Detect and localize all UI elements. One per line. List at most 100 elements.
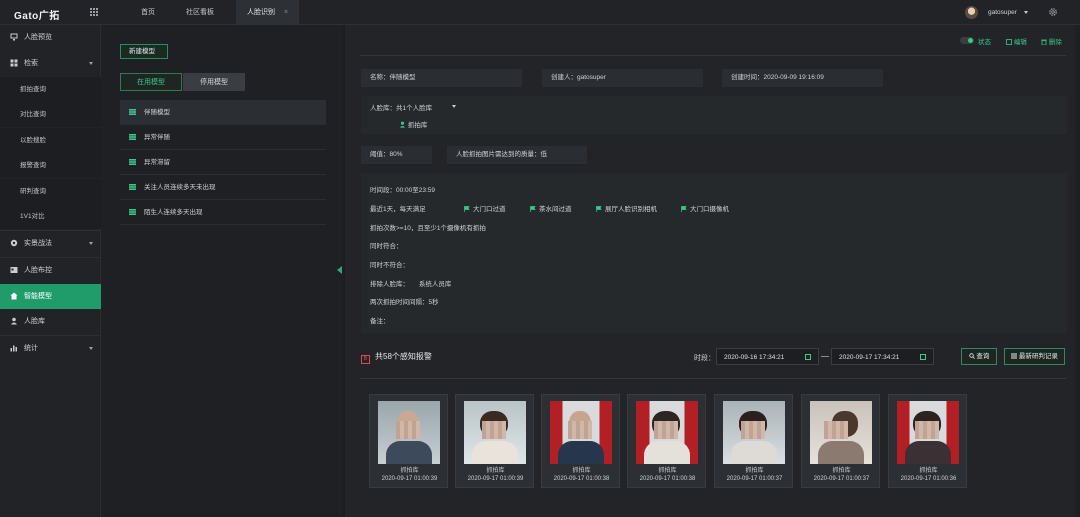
- snapshot-image: [378, 401, 440, 464]
- tab-home[interactable]: 首页: [128, 0, 168, 25]
- sidebar-subitem-1v1-compare[interactable]: 1V1对比: [0, 204, 101, 229]
- delete-button[interactable]: 删除: [1041, 36, 1062, 46]
- sidebar-subitem-analysis-query[interactable]: 研判查询: [0, 179, 101, 204]
- button-label: 最新研判记录: [1018, 353, 1058, 360]
- card-library: 抓拍库: [658, 468, 677, 474]
- rule-box: [361, 173, 1067, 333]
- quality-field: 人脸抓拍图片需达到的质量：低: [447, 146, 587, 164]
- new-model-button[interactable]: 新建模型: [120, 44, 168, 59]
- database-icon: [129, 109, 136, 115]
- flag-icon: [681, 206, 687, 212]
- alert-card[interactable]: 抓拍库 2020-09-17 01:00:39: [369, 394, 448, 488]
- tab-face-recognition[interactable]: 人脸识别 ×: [236, 0, 299, 25]
- sidebar-subitem-alarm-query[interactable]: 报警查询: [0, 153, 101, 178]
- card-timestamp: 2020-09-17 01:00:38: [553, 476, 610, 482]
- model-name: 异常伴随: [144, 134, 170, 141]
- snapshot-image: [636, 401, 698, 464]
- alert-card[interactable]: 抓拍库 2020-09-17 01:00:39: [455, 394, 534, 488]
- library-name: 抓拍库: [407, 122, 428, 129]
- grid-icon: [10, 59, 18, 67]
- alert-card[interactable]: 抓拍库 2020-09-17 01:00:38: [627, 394, 706, 488]
- trash-icon: [1041, 39, 1047, 46]
- end-date-value: 2020-09-17 17:34:21: [839, 354, 900, 361]
- alert-card[interactable]: 抓拍库 2020-09-17 01:00:37: [714, 394, 793, 488]
- model-name-field: 名称：伴随模型: [361, 69, 522, 87]
- sidebar-subitem-face-search[interactable]: 以脸搜脸: [0, 128, 101, 153]
- alert-badge: B: [361, 355, 370, 364]
- button-label: 查询: [976, 353, 990, 360]
- tab-community-board[interactable]: 社区看板: [172, 0, 228, 25]
- camera-tag: 大门口过道: [464, 203, 506, 213]
- user-name[interactable]: gatosuper: [988, 9, 1017, 16]
- model-item[interactable]: 异常滞留: [120, 150, 326, 175]
- face-library-count: 人脸库：共1个人脸库: [370, 105, 433, 112]
- face-library-box: 人脸库：共1个人脸库 抓拍库: [361, 96, 1067, 134]
- sidebar-item-search[interactable]: 检索: [0, 51, 101, 76]
- divider: [360, 55, 1066, 56]
- divider: [360, 378, 1066, 379]
- start-date-input[interactable]: 2020-09-16 17:34:21: [716, 348, 819, 365]
- rule-days-text: 最近1天，每天满足: [370, 206, 426, 213]
- edit-button[interactable]: 编辑: [1006, 36, 1027, 46]
- camera-tag: 展厅人脸识别相机: [596, 203, 657, 213]
- snapshot-image: [723, 401, 785, 464]
- tab-disabled-models[interactable]: 停用模型: [183, 73, 245, 91]
- tab-active-models[interactable]: 在用模型: [120, 73, 182, 91]
- calendar-icon[interactable]: [920, 354, 926, 360]
- camera-name: 展厅人脸识别相机: [605, 206, 657, 213]
- sidebar-item-label: 统计: [24, 345, 38, 352]
- tab-label: 社区看板: [186, 9, 214, 16]
- latest-analysis-button[interactable]: 最新研判记录: [1004, 348, 1065, 365]
- query-button[interactable]: 查询: [961, 348, 997, 365]
- model-item[interactable]: 陌生人连续多天出现: [120, 200, 326, 225]
- end-date-input[interactable]: 2020-09-17 17:34:21: [831, 348, 934, 365]
- alert-card[interactable]: 抓拍库 2020-09-17 01:00:38: [541, 394, 620, 488]
- sidebar-item-smart-model[interactable]: 智能模型: [0, 284, 101, 309]
- sidebar-item-label: 人脸库: [24, 318, 45, 325]
- close-icon[interactable]: ×: [284, 9, 288, 16]
- sidebar-item-statistics[interactable]: 统计: [0, 336, 101, 361]
- sidebar-item-label: 智能模型: [24, 293, 52, 300]
- flag-icon: [530, 206, 536, 212]
- app-grid-icon[interactable]: [90, 8, 98, 16]
- model-item[interactable]: 伴随模型: [120, 100, 326, 125]
- camera-tag: 大门口摄像机: [681, 203, 729, 213]
- avatar[interactable]: [965, 6, 978, 19]
- model-name: 关注人员连续多天未出现: [144, 184, 216, 191]
- alert-card[interactable]: 抓拍库 2020-09-17 01:00:37: [801, 394, 880, 488]
- database-icon: [129, 134, 136, 140]
- chevron-down-icon: [89, 242, 93, 245]
- sidebar-item-tactics[interactable]: 实景战法: [0, 231, 101, 256]
- sidebar-item-label: 人脸布控: [24, 267, 52, 274]
- snapshot-image: [550, 401, 612, 464]
- sidebar-subitem-capture-query[interactable]: 抓拍查询: [0, 77, 101, 102]
- card-timestamp: 2020-09-17 01:00:38: [639, 476, 696, 482]
- collapse-panel-icon[interactable]: [337, 266, 342, 274]
- card-timestamp: 2020-09-17 01:00:37: [813, 476, 870, 482]
- model-item[interactable]: 异常伴随: [120, 125, 326, 150]
- status-toggle[interactable]: [960, 37, 974, 44]
- alert-card[interactable]: 抓拍库 2020-09-17 01:00:36: [888, 394, 967, 488]
- card-library: 抓拍库: [486, 468, 505, 474]
- bar-chart-icon: [10, 345, 17, 352]
- sidebar-item-face-preview[interactable]: 人脸预览: [0, 25, 101, 50]
- home-icon: [10, 292, 18, 300]
- snapshot-image: [810, 401, 872, 464]
- gear-icon[interactable]: [1048, 7, 1058, 17]
- rule-days: 最近1天，每天满足 大门口过道 茶水间过道 展厅人脸识别相机 大门口摄像机: [370, 203, 729, 213]
- tab-label: 人脸识别: [246, 9, 275, 16]
- camera-name: 大门口过道: [473, 206, 506, 213]
- card-library: 抓拍库: [400, 468, 419, 474]
- chevron-down-icon[interactable]: [1024, 11, 1028, 14]
- model-item[interactable]: 关注人员连续多天未出现: [120, 175, 326, 200]
- button-label: 新建模型: [129, 48, 155, 55]
- scrollbar-track[interactable]: [1075, 25, 1080, 517]
- sidebar-item-face-control[interactable]: 人脸布控: [0, 258, 101, 283]
- sidebar-subitem-compare-query[interactable]: 对比查询: [0, 102, 101, 127]
- camera-name: 茶水间过道: [539, 206, 572, 213]
- sidebar-item-face-library[interactable]: 人脸库: [0, 309, 101, 334]
- card-timestamp: 2020-09-17 01:00:36: [900, 476, 957, 482]
- app-logo[interactable]: Gato广拓: [14, 7, 60, 22]
- chevron-down-icon[interactable]: [452, 105, 456, 108]
- calendar-icon[interactable]: [805, 354, 811, 360]
